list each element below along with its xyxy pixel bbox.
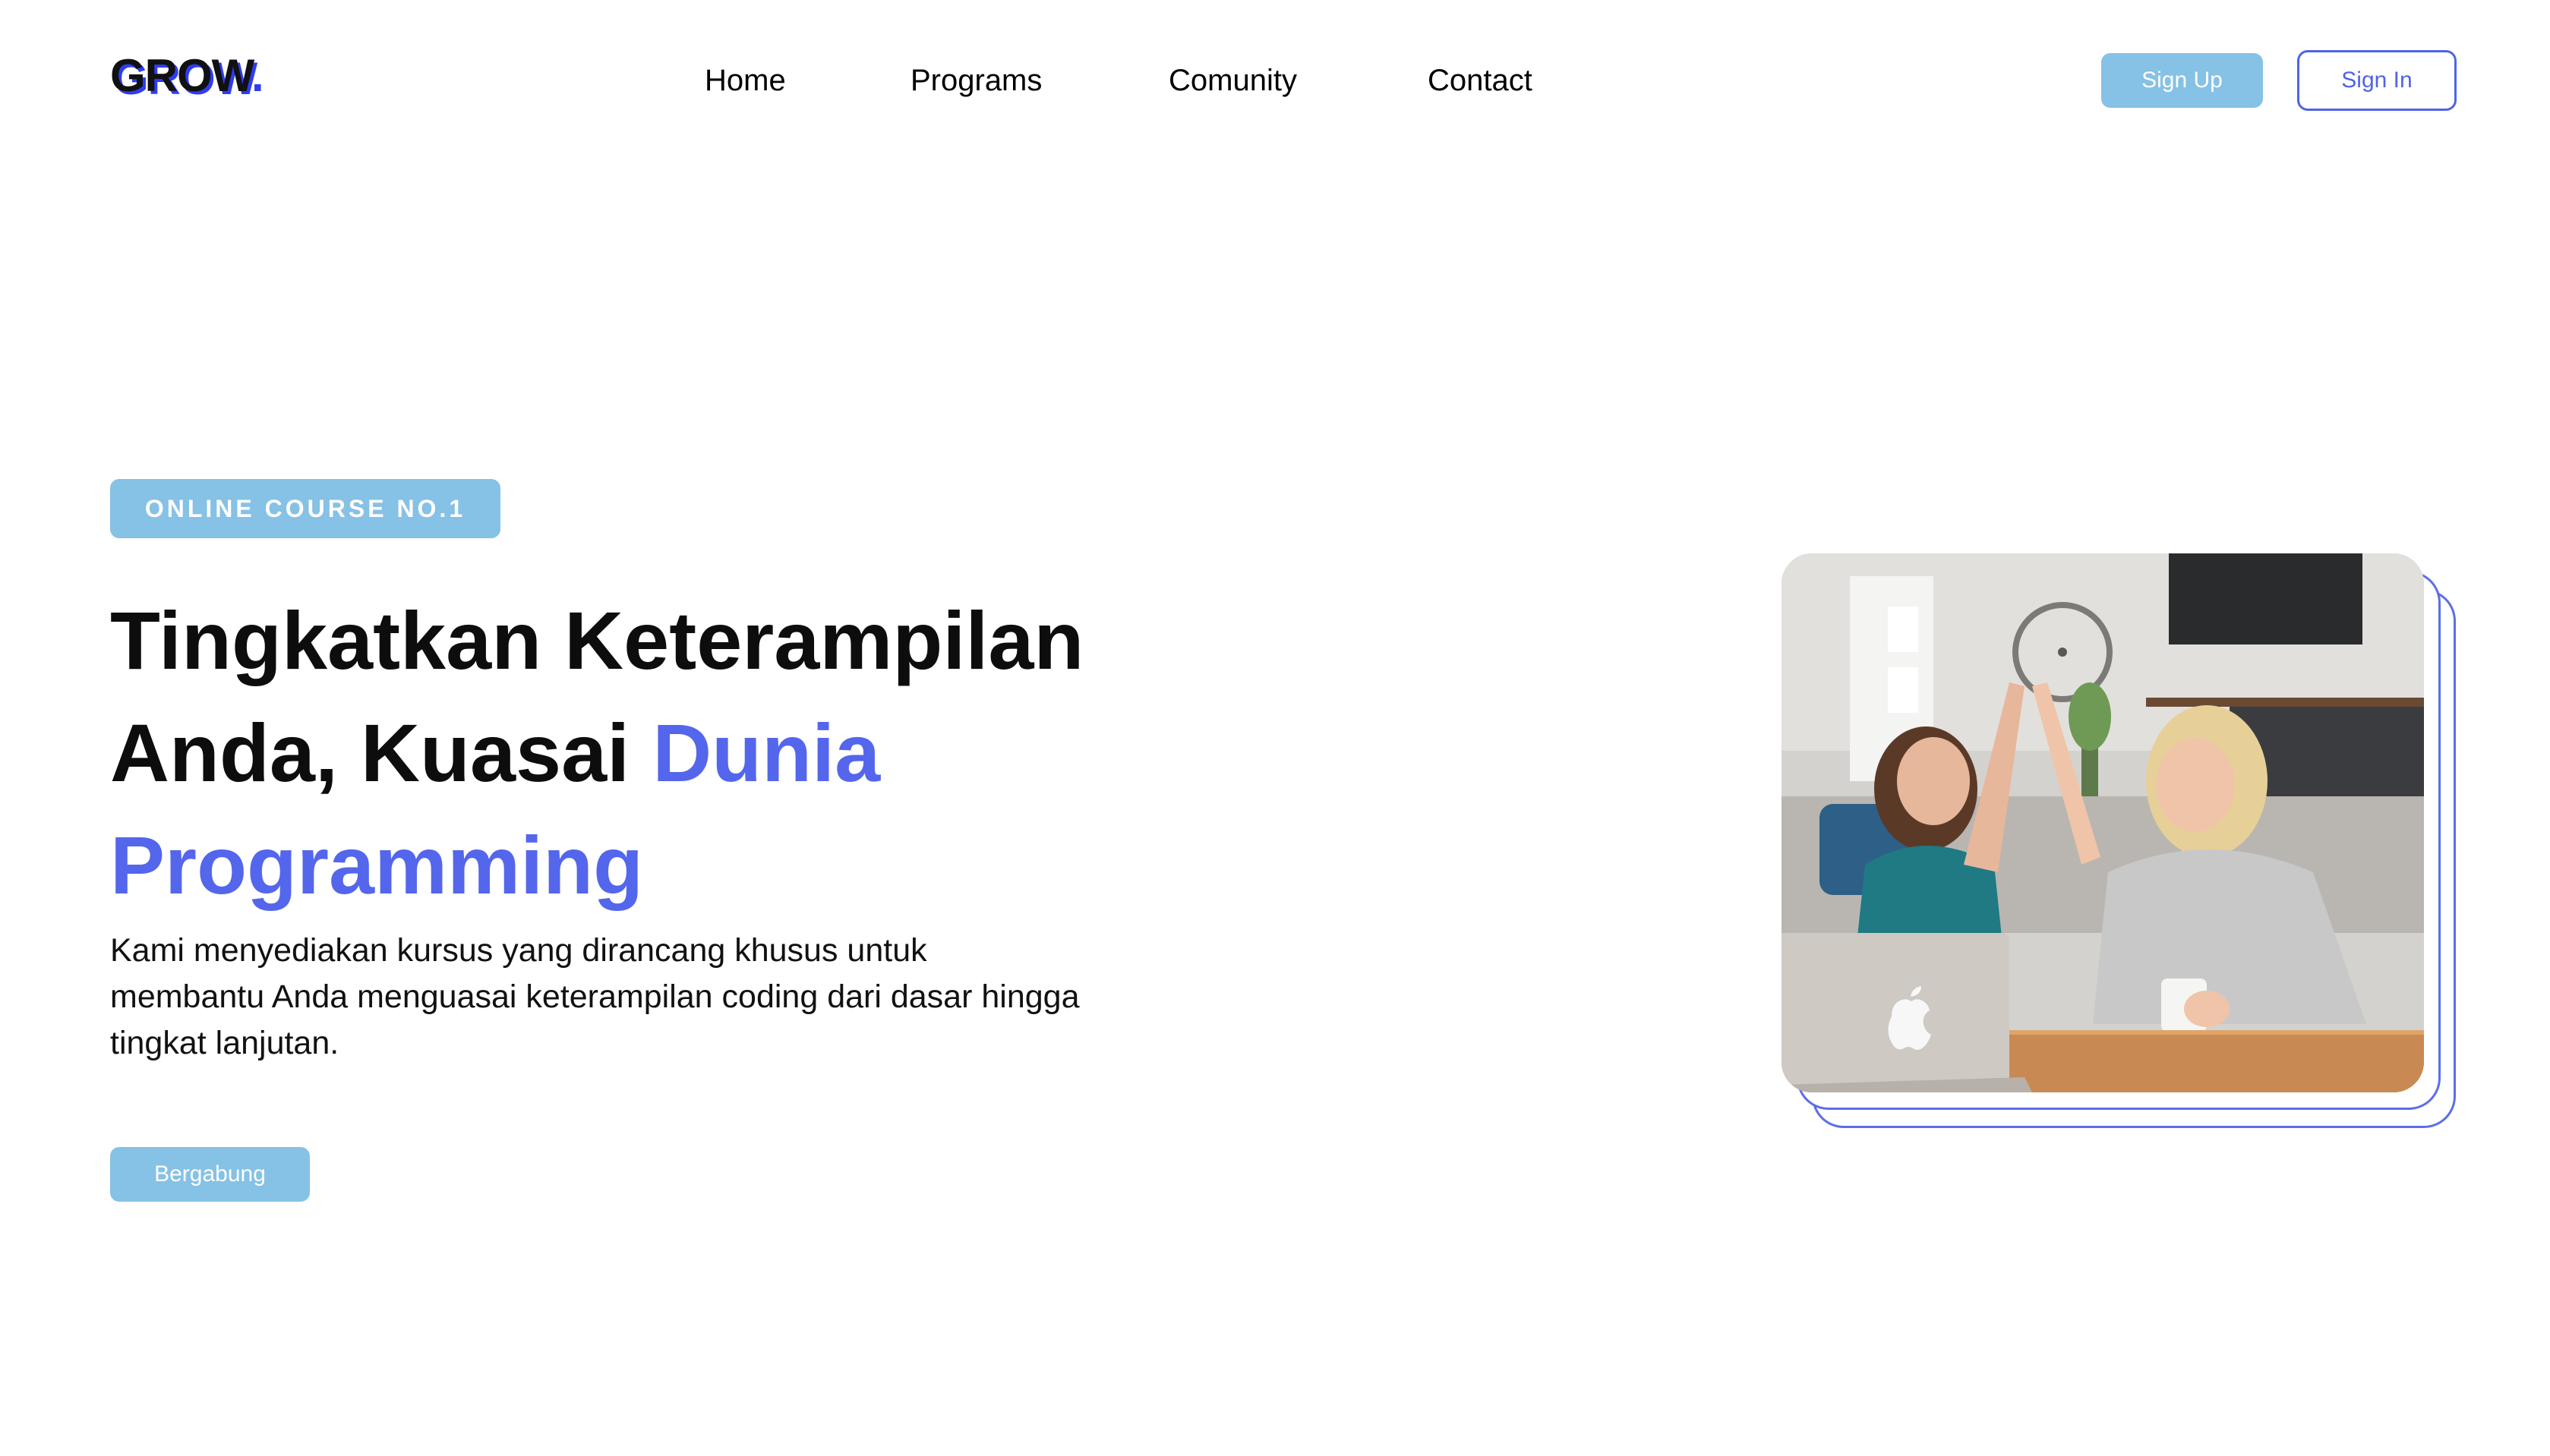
sign-up-button[interactable]: Sign Up	[2101, 53, 2263, 108]
brand-logo-text: GROW	[110, 50, 252, 101]
headline-accent-programming: Programming	[110, 819, 644, 911]
nav-item-community[interactable]: Comunity	[1169, 59, 1297, 102]
nav-item-contact[interactable]: Contact	[1428, 59, 1532, 102]
join-button[interactable]: Bergabung	[110, 1147, 310, 1202]
brand-logo-dot: .	[251, 50, 264, 101]
nav-item-home[interactable]: Home	[705, 59, 786, 102]
headline-accent-dunia: Dunia	[652, 707, 881, 799]
hero-description: Kami menyediakan kursus yang dirancang k…	[110, 932, 1080, 1061]
headline-line-2: Anda, Kuasai	[110, 707, 653, 799]
sign-in-button[interactable]: Sign In	[2297, 50, 2457, 111]
online-course-badge: ONLINE COURSE NO.1	[110, 479, 500, 538]
nav-item-programs[interactable]: Programs	[910, 59, 1042, 102]
hero-photo	[1782, 553, 2424, 1092]
hero-photo-illustration	[1782, 553, 2424, 1092]
hero-headline: Tingkatkan Keterampilan Anda, Kuasai Dun…	[110, 585, 1249, 922]
headline-line-1: Tingkatkan Keterampilan	[110, 594, 1084, 686]
brand-logo[interactable]: GROW.	[110, 49, 264, 103]
